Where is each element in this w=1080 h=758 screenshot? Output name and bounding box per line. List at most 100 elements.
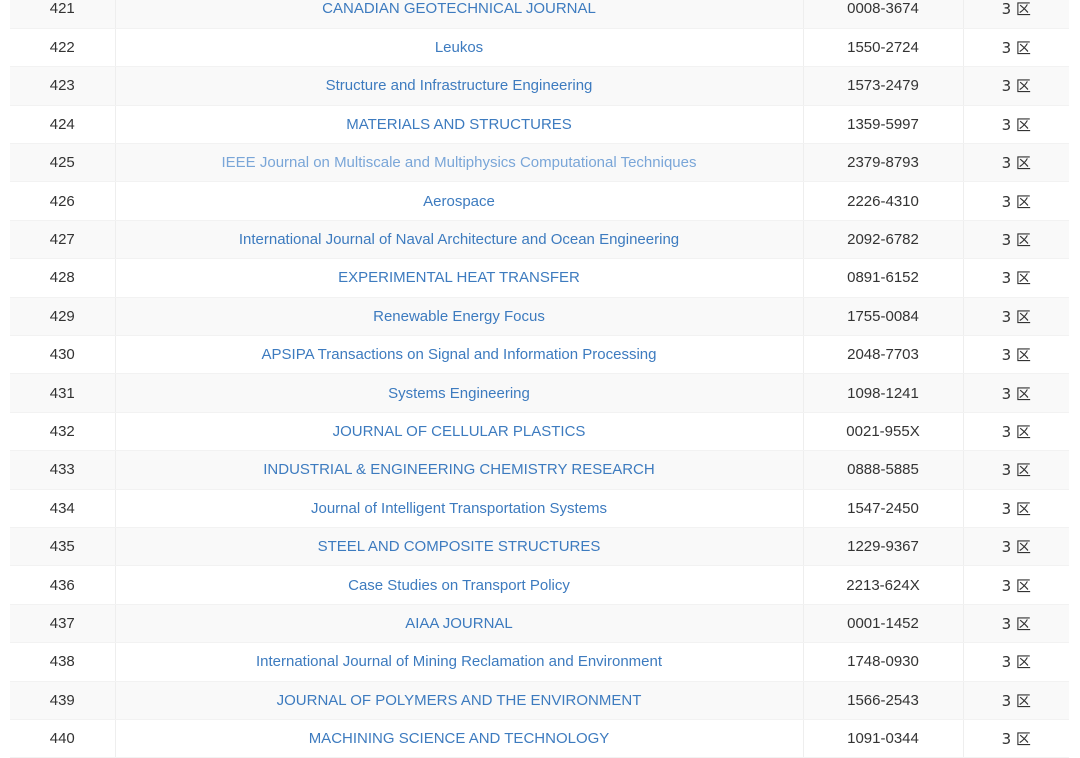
zone-cell: 3 区 xyxy=(963,258,1069,298)
issn-cell: 0891-6152 xyxy=(803,258,964,298)
table-row: 428 EXPERIMENTAL HEAT TRANSFER 0891-6152 3 … xyxy=(10,258,1069,298)
rank-cell: 431 xyxy=(10,373,116,413)
rank-cell: 435 xyxy=(10,527,116,567)
issn-cell: 0888-5885 xyxy=(803,450,964,490)
issn-cell: 1748-0930 xyxy=(803,642,964,682)
table-row: 429 Renewable Energy Focus 1755-0084 3 区 xyxy=(10,297,1069,337)
zone-cell: 3 区 xyxy=(963,105,1069,145)
journal-link[interactable]: International Journal of Mining Reclamat… xyxy=(256,653,662,670)
rank-cell: 421 xyxy=(10,0,116,29)
zone-cell: 3 区 xyxy=(963,527,1069,567)
zone-cell: 3 区 xyxy=(963,220,1069,260)
zone-cell: 3 区 xyxy=(963,181,1069,221)
journal-link[interactable]: International Journal of Naval Architect… xyxy=(239,231,679,248)
zone-cell: 3 区 xyxy=(963,450,1069,490)
journal-link[interactable]: AIAA JOURNAL xyxy=(405,615,513,632)
table-row: 423 Structure and Infrastructure Engineer… xyxy=(10,66,1069,106)
table-row: 438 International Journal of Mining Recla… xyxy=(10,642,1069,682)
journal-name-cell: CANADIAN GEOTECHNICAL JOURNAL xyxy=(115,0,804,29)
rank-cell: 437 xyxy=(10,604,116,644)
journal-link[interactable]: MATERIALS AND STRUCTURES xyxy=(346,116,572,133)
issn-cell: 1229-9367 xyxy=(803,527,964,567)
table-row: 439 JOURNAL OF POLYMERS AND THE ENVIRONME… xyxy=(10,681,1069,720)
journal-link[interactable]: Journal of Intelligent Transportation Sy… xyxy=(311,500,607,517)
zone-cell: 3 区 xyxy=(963,719,1069,758)
rank-cell: 440 xyxy=(10,719,116,758)
journal-name-cell: Systems Engineering xyxy=(115,373,804,413)
journal-link[interactable]: IEEE Journal on Multiscale and Multiphys… xyxy=(222,154,697,171)
journal-link[interactable]: JOURNAL OF CELLULAR PLASTICS xyxy=(333,423,586,440)
issn-cell: 0008-3674 xyxy=(803,0,964,29)
zone-cell: 3 区 xyxy=(963,143,1069,183)
table-row: 440 MACHINING SCIENCE AND TECHNOLOGY 1091-… xyxy=(10,719,1069,758)
issn-cell: 1755-0084 xyxy=(803,297,964,337)
journal-link[interactable]: CANADIAN GEOTECHNICAL JOURNAL xyxy=(322,0,596,17)
journal-link[interactable]: Renewable Energy Focus xyxy=(373,308,545,325)
journal-name-cell: JOURNAL OF CELLULAR PLASTICS xyxy=(115,412,804,452)
journal-link[interactable]: MACHINING SCIENCE AND TECHNOLOGY xyxy=(309,730,610,747)
issn-cell: 1547-2450 xyxy=(803,489,964,528)
table-row: 437 AIAA JOURNAL 0001-1452 3 区 xyxy=(10,604,1069,644)
journal-name-cell: INDUSTRIAL & ENGINEERING CHEMISTRY RESEA… xyxy=(115,450,804,490)
issn-cell: 1566-2543 xyxy=(803,681,964,720)
issn-cell: 1550-2724 xyxy=(803,28,964,68)
table-row: 431 Systems Engineering 1098-1241 3 区 xyxy=(10,373,1069,413)
issn-cell: 0001-1452 xyxy=(803,604,964,644)
zone-cell: 3 区 xyxy=(963,642,1069,682)
zone-cell: 3 区 xyxy=(963,604,1069,644)
issn-cell: 1091-0344 xyxy=(803,719,964,758)
rank-cell: 429 xyxy=(10,297,116,337)
journal-name-cell: STEEL AND COMPOSITE STRUCTURES xyxy=(115,527,804,567)
table-row: 432 JOURNAL OF CELLULAR PLASTICS 0021-955X… xyxy=(10,412,1069,452)
journal-name-cell: Renewable Energy Focus xyxy=(115,297,804,337)
table-row: 433 INDUSTRIAL & ENGINEERING CHEMISTRY RE… xyxy=(10,450,1069,490)
journal-ranking-table: 421 CANADIAN GEOTECHNICAL JOURNAL 0008-367… xyxy=(10,0,1069,758)
rank-cell: 432 xyxy=(10,412,116,452)
zone-cell: 3 区 xyxy=(963,373,1069,413)
issn-cell: 1573-2479 xyxy=(803,66,964,106)
journal-link[interactable]: INDUSTRIAL & ENGINEERING CHEMISTRY RESEA… xyxy=(263,461,654,478)
table-row: 436 Case Studies on Transport Policy 2213-… xyxy=(10,565,1069,605)
journal-name-cell: JOURNAL OF POLYMERS AND THE ENVIRONMENT xyxy=(115,681,804,720)
journal-link[interactable]: Structure and Infrastructure Engineering xyxy=(326,77,593,94)
journal-name-cell: International Journal of Mining Reclamat… xyxy=(115,642,804,682)
rank-cell: 427 xyxy=(10,220,116,260)
journal-link[interactable]: Leukos xyxy=(435,39,483,56)
issn-cell: 2213-624X xyxy=(803,565,964,605)
journal-link[interactable]: STEEL AND COMPOSITE STRUCTURES xyxy=(318,538,601,555)
table-row: 430 APSIPA Transactions on Signal and Inf… xyxy=(10,335,1069,375)
journal-name-cell: Structure and Infrastructure Engineering xyxy=(115,66,804,106)
rank-cell: 433 xyxy=(10,450,116,490)
journal-link[interactable]: Aerospace xyxy=(423,193,495,210)
issn-cell: 2226-4310 xyxy=(803,181,964,221)
journal-name-cell: Leukos xyxy=(115,28,804,68)
rank-cell: 425 xyxy=(10,143,116,183)
journal-name-cell: Case Studies on Transport Policy xyxy=(115,565,804,605)
rank-cell: 428 xyxy=(10,258,116,298)
journal-name-cell: Aerospace xyxy=(115,181,804,221)
journal-name-cell: Journal of Intelligent Transportation Sy… xyxy=(115,489,804,528)
zone-cell: 3 区 xyxy=(963,28,1069,68)
journal-name-cell: EXPERIMENTAL HEAT TRANSFER xyxy=(115,258,804,298)
rank-cell: 434 xyxy=(10,489,116,528)
journal-link[interactable]: EXPERIMENTAL HEAT TRANSFER xyxy=(338,269,580,286)
issn-cell: 0021-955X xyxy=(803,412,964,452)
issn-cell: 2379-8793 xyxy=(803,143,964,183)
journal-link[interactable]: APSIPA Transactions on Signal and Inform… xyxy=(262,346,657,363)
rank-cell: 436 xyxy=(10,565,116,605)
journal-name-cell: International Journal of Naval Architect… xyxy=(115,220,804,260)
zone-cell: 3 区 xyxy=(963,681,1069,720)
issn-cell: 2048-7703 xyxy=(803,335,964,375)
journal-link[interactable]: JOURNAL OF POLYMERS AND THE ENVIRONMENT xyxy=(277,692,642,709)
rank-cell: 430 xyxy=(10,335,116,375)
journal-table-body: 421 CANADIAN GEOTECHNICAL JOURNAL 0008-367… xyxy=(10,0,1069,758)
issn-cell: 1098-1241 xyxy=(803,373,964,413)
table-row: 421 CANADIAN GEOTECHNICAL JOURNAL 0008-367… xyxy=(10,0,1069,29)
issn-cell: 1359-5997 xyxy=(803,105,964,145)
rank-cell: 426 xyxy=(10,181,116,221)
rank-cell: 422 xyxy=(10,28,116,68)
journal-link[interactable]: Case Studies on Transport Policy xyxy=(348,577,570,594)
rank-cell: 423 xyxy=(10,66,116,106)
zone-cell: 3 区 xyxy=(963,66,1069,106)
journal-link[interactable]: Systems Engineering xyxy=(388,385,530,402)
